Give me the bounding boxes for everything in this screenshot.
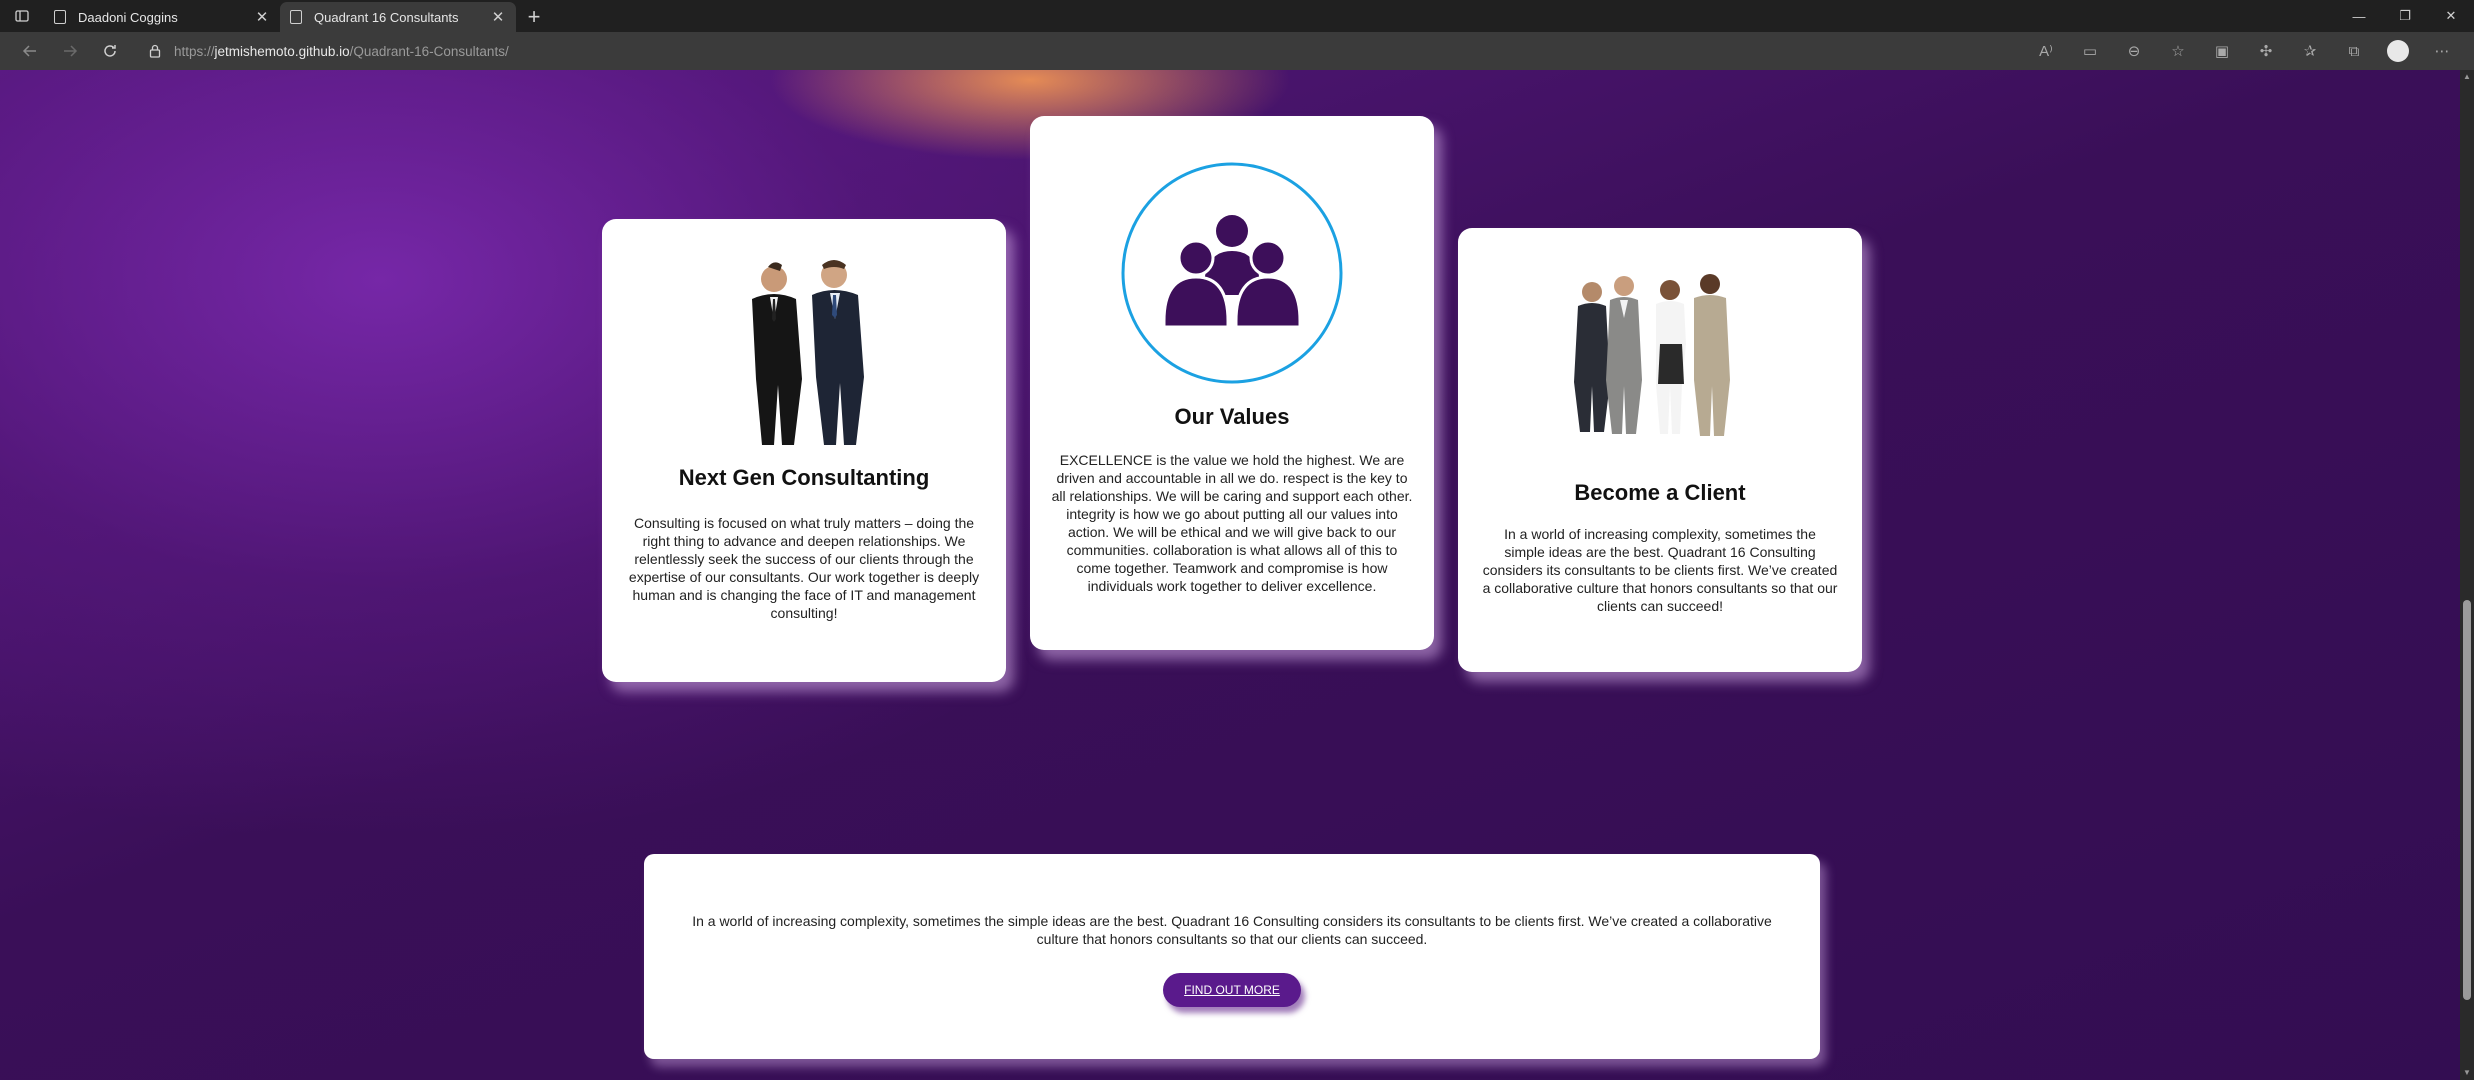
card-title: Our Values	[1174, 404, 1290, 429]
read-aloud-icon[interactable]: A⁾	[2024, 36, 2068, 66]
find-out-more-button[interactable]: FIND OUT MORE	[1163, 973, 1301, 1007]
scroll-up-icon[interactable]: ▲	[2460, 70, 2474, 84]
forward-button[interactable]	[50, 36, 90, 66]
tab-title: Daadoni Coggins	[78, 9, 178, 25]
banner-text: In a world of increasing complexity, som…	[692, 913, 1772, 947]
extension-icon[interactable]: ▣	[2200, 36, 2244, 66]
scrollbar-thumb[interactable]	[2463, 600, 2471, 1000]
window-controls: — ❐ ✕	[2336, 0, 2474, 32]
card-title: Become a Client	[1574, 480, 1746, 505]
card-next-gen: Next Gen Consultanting Consulting is foc…	[602, 219, 1006, 682]
refresh-button[interactable]	[90, 36, 130, 66]
tab-bar: Daadoni Coggins ✕ Quadrant 16 Consultant…	[0, 0, 2474, 32]
immersive-reader-icon[interactable]: ▭	[2068, 36, 2112, 66]
url-scheme: https://	[174, 43, 215, 59]
page-icon	[290, 10, 302, 24]
minimize-icon[interactable]: —	[2336, 0, 2382, 32]
back-button[interactable]	[10, 36, 50, 66]
favorites-icon[interactable]: ✰	[2288, 36, 2332, 66]
lock-icon	[149, 44, 161, 58]
tab-actions-icon	[15, 10, 29, 22]
refresh-icon	[104, 45, 116, 57]
page-viewport: Next Gen Consultanting Consulting is foc…	[0, 70, 2474, 1080]
card-text: EXCELLENCE is the value we hold the high…	[1051, 452, 1413, 594]
new-tab-button[interactable]: +	[516, 2, 552, 32]
profile-avatar[interactable]	[2387, 40, 2409, 62]
close-icon[interactable]: ✕	[254, 8, 270, 26]
card-text: In a world of increasing complexity, som…	[1482, 526, 1838, 614]
toolbar-icons: A⁾ ▭ ⊖ ☆ ▣ ✣ ✰ ⧉ ⋯	[2024, 36, 2464, 66]
extensions-icon[interactable]: ✣	[2244, 36, 2288, 66]
card-text: Consulting is focused on what truly matt…	[628, 515, 980, 621]
card-become-client: Become a Client In a world of increasing…	[1458, 228, 1862, 672]
business-team-photo	[1574, 274, 1730, 436]
close-window-icon[interactable]: ✕	[2428, 0, 2474, 32]
cta-banner: In a world of increasing complexity, som…	[644, 854, 1820, 1059]
tab-quadrant[interactable]: Quadrant 16 Consultants ✕	[280, 2, 516, 32]
collections-icon[interactable]: ⧉	[2332, 36, 2376, 66]
two-businessmen-photo	[752, 260, 864, 445]
card-our-values: Our Values EXCELLENCE is the value we ho…	[1030, 116, 1434, 650]
card-title: Next Gen Consultanting	[678, 465, 930, 490]
url-host: jetmishemoto.github.io	[214, 43, 350, 59]
back-arrow-icon	[22, 45, 36, 57]
tab-daadoni[interactable]: Daadoni Coggins ✕	[44, 2, 280, 32]
page-scrollbar[interactable]: ▲ ▼	[2460, 70, 2474, 1080]
close-icon[interactable]: ✕	[490, 8, 506, 26]
tab-actions-button[interactable]	[0, 0, 44, 32]
page-icon	[54, 10, 66, 24]
add-favorite-icon[interactable]: ☆	[2156, 36, 2200, 66]
address-bar[interactable]: https://jetmishemoto.github.io/Quadrant-…	[136, 36, 2024, 66]
tab-title: Quadrant 16 Consultants	[314, 9, 459, 25]
forward-arrow-icon	[64, 45, 78, 57]
restore-icon[interactable]: ❐	[2382, 0, 2428, 32]
group-people-icon	[1121, 162, 1343, 384]
more-options-icon[interactable]: ⋯	[2420, 36, 2464, 66]
browser-toolbar: https://jetmishemoto.github.io/Quadrant-…	[0, 32, 2474, 70]
zoom-icon[interactable]: ⊖	[2112, 36, 2156, 66]
url-path: /Quadrant-16-Consultants/	[349, 43, 509, 59]
scroll-down-icon[interactable]: ▼	[2460, 1066, 2474, 1080]
